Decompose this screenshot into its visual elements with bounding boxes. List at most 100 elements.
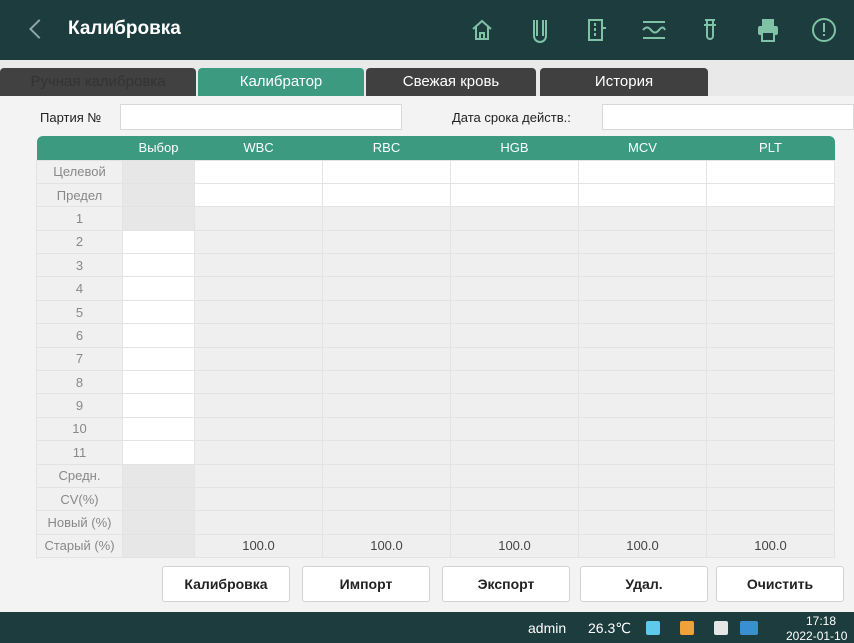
value-cell [706, 370, 835, 395]
value-cell [706, 393, 835, 418]
value-cell [450, 440, 579, 465]
back-icon[interactable] [29, 19, 49, 39]
reagent-lyse-icon [680, 621, 694, 635]
select-cell[interactable] [122, 253, 195, 278]
value-cell [194, 346, 323, 372]
reagent-tube-icon[interactable] [694, 14, 726, 46]
row-label: 3 [36, 253, 123, 278]
value-cell[interactable] [194, 159, 323, 184]
column-header-mcv: MCV [578, 136, 707, 160]
table-row: 1 [36, 206, 835, 231]
waveform-icon[interactable] [638, 14, 670, 46]
value-cell [322, 370, 451, 395]
value-cell [578, 253, 707, 278]
value-cell[interactable] [706, 159, 835, 184]
table-row: 2 [36, 229, 835, 255]
value-cell[interactable] [706, 182, 835, 208]
table-row: 6 [36, 323, 835, 348]
value-cell [578, 463, 707, 488]
value-cell [706, 463, 835, 488]
value-cell [450, 206, 579, 231]
value-cell [706, 276, 835, 301]
value-cell [450, 346, 579, 372]
table-row: 9 [36, 393, 835, 418]
calibrate-button[interactable]: Калибровка [162, 566, 290, 602]
select-cell [122, 486, 195, 512]
expiry-date-label: Дата срока действ.: [452, 110, 571, 125]
export-button[interactable]: Экспорт [442, 566, 570, 602]
value-cell [578, 510, 707, 535]
row-label: 6 [36, 323, 123, 348]
value-cell [706, 486, 835, 512]
value-cell [450, 416, 579, 442]
table-row: 7 [36, 346, 835, 372]
tab-fresh-blood[interactable]: Свежая кровь [366, 68, 536, 96]
exit-door-icon[interactable] [580, 14, 612, 46]
select-cell [122, 510, 195, 535]
value-cell [578, 440, 707, 465]
table-row: Новый (%) [36, 510, 835, 535]
delete-button[interactable]: Удал. [580, 566, 708, 602]
value-cell [450, 370, 579, 395]
value-cell: 100.0 [194, 533, 323, 559]
value-cell [450, 463, 579, 488]
expiry-date-field[interactable] [602, 104, 854, 130]
value-cell [706, 229, 835, 255]
value-cell[interactable] [322, 182, 451, 208]
value-cell [194, 510, 323, 535]
select-cell[interactable] [122, 416, 195, 442]
select-cell [122, 206, 195, 231]
table-row: Целевой [36, 159, 835, 184]
test-tube-icon[interactable] [524, 14, 556, 46]
value-cell [450, 510, 579, 535]
temperature-label: 26.3℃ [588, 620, 631, 636]
row-label: 7 [36, 346, 123, 372]
value-cell [322, 299, 451, 325]
value-cell: 100.0 [450, 533, 579, 559]
table-row: CV(%) [36, 486, 835, 512]
row-label: 9 [36, 393, 123, 418]
select-cell[interactable] [122, 393, 195, 418]
value-cell [322, 416, 451, 442]
select-cell[interactable] [122, 440, 195, 465]
value-cell[interactable] [578, 182, 707, 208]
table-row: 8 [36, 370, 835, 395]
tab-history[interactable]: История [540, 68, 708, 96]
column-header-row-label [36, 136, 123, 160]
value-cell [194, 206, 323, 231]
select-cell[interactable] [122, 276, 195, 301]
tab-manual-calibration[interactable]: Ручная калибровка [0, 68, 196, 96]
select-cell [122, 533, 195, 559]
value-cell[interactable] [578, 159, 707, 184]
value-cell[interactable] [322, 159, 451, 184]
value-cell [194, 463, 323, 488]
select-cell[interactable] [122, 299, 195, 325]
lot-number-field[interactable] [120, 104, 402, 130]
value-cell [194, 323, 323, 348]
value-cell [194, 393, 323, 418]
select-cell [122, 182, 195, 208]
value-cell [450, 393, 579, 418]
clear-button[interactable]: Очистить [716, 566, 844, 602]
alert-icon[interactable] [808, 14, 840, 46]
value-cell [322, 276, 451, 301]
value-cell[interactable] [450, 159, 579, 184]
table-row: 4 [36, 276, 835, 301]
select-cell[interactable] [122, 346, 195, 372]
value-cell [578, 276, 707, 301]
select-cell[interactable] [122, 323, 195, 348]
select-cell[interactable] [122, 229, 195, 255]
row-label: 4 [36, 276, 123, 301]
printer-icon[interactable] [752, 14, 784, 46]
table-row: 10 [36, 416, 835, 442]
select-cell[interactable] [122, 370, 195, 395]
value-cell [194, 229, 323, 255]
import-button[interactable]: Импорт [302, 566, 430, 602]
value-cell[interactable] [194, 182, 323, 208]
table-header-row: Выбор WBC RBC HGB MCV PLT [36, 136, 835, 160]
value-cell[interactable] [450, 182, 579, 208]
home-icon[interactable] [466, 14, 498, 46]
value-cell [322, 229, 451, 255]
tab-calibrator[interactable]: Калибратор [198, 68, 364, 96]
clock-time: 17:18 [806, 614, 837, 628]
